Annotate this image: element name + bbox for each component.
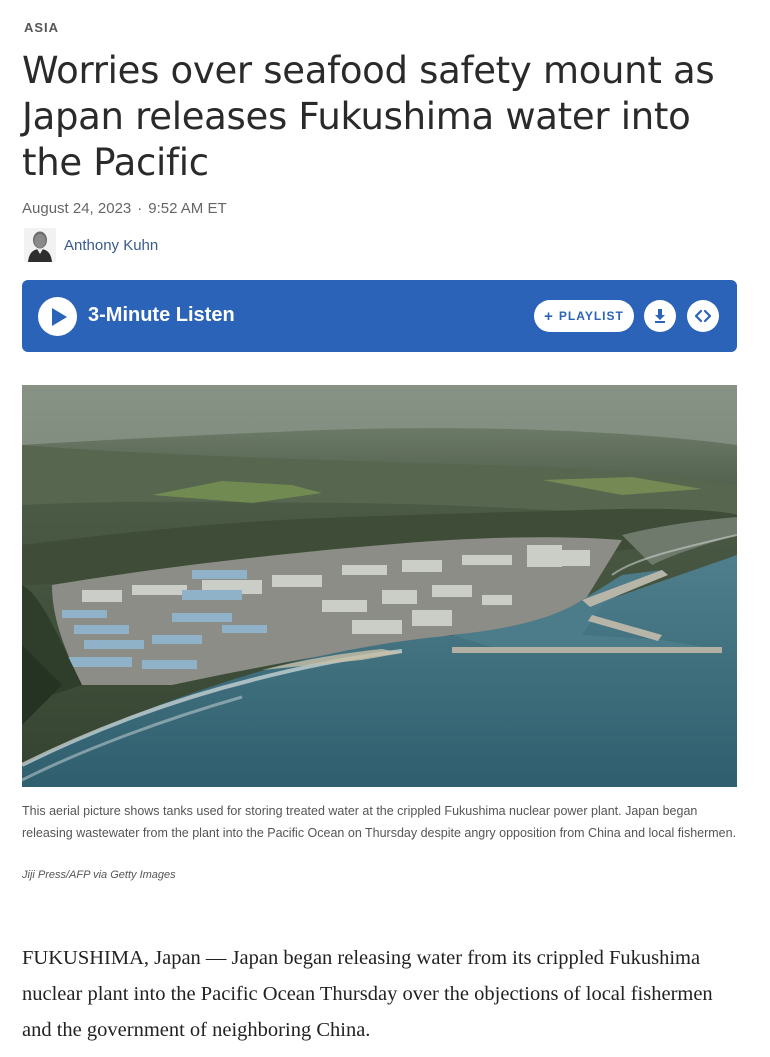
audio-player: 3-Minute Listen + PLAYLIST: [22, 280, 737, 352]
article-photo[interactable]: [22, 385, 737, 787]
author-link[interactable]: Anthony Kuhn: [64, 237, 158, 254]
embed-icon: [695, 309, 711, 323]
embed-button[interactable]: [687, 300, 719, 332]
download-icon: [655, 309, 665, 323]
plus-icon: +: [544, 307, 553, 325]
photo-caption: This aerial picture shows tanks used for…: [22, 804, 737, 840]
photo-credit: Jiji Press/AFP via Getty Images: [22, 869, 176, 881]
listen-duration-label: 3-Minute Listen: [88, 304, 235, 326]
section-label[interactable]: ASIA: [24, 20, 59, 35]
add-to-playlist-button[interactable]: + PLAYLIST: [534, 300, 634, 332]
playlist-label: PLAYLIST: [558, 309, 624, 323]
publish-time: 9:52 AM ET: [148, 200, 227, 217]
article-paragraph: FUKUSHIMA, Japan — Japan began releasing…: [22, 947, 713, 1041]
aerial-photo-fukushima-plant: [22, 385, 737, 787]
download-button[interactable]: [644, 300, 676, 332]
play-button[interactable]: [38, 297, 77, 336]
byline: Anthony Kuhn: [24, 228, 158, 262]
author-avatar[interactable]: [24, 228, 56, 262]
headline: Worries over seafood safety mount as Jap…: [22, 49, 715, 184]
date-separator: ·: [137, 200, 143, 217]
dateline: August 24, 2023 · 9:52 AM ET: [22, 200, 227, 217]
publish-date: August 24, 2023: [22, 200, 132, 217]
play-icon: [52, 308, 67, 326]
